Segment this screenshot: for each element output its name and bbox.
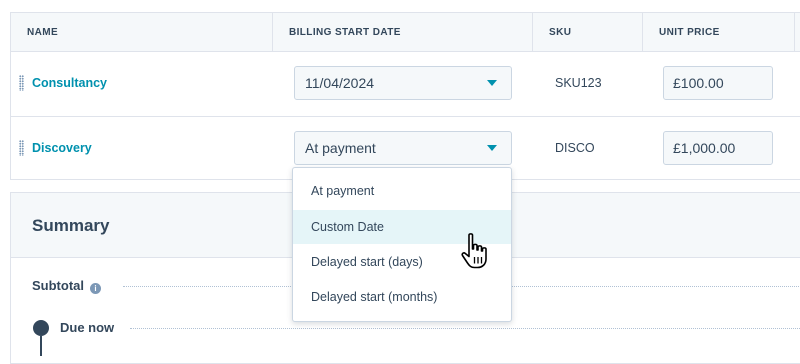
dropdown-option-at-payment[interactable]: At payment	[293, 174, 511, 208]
table-row: Consultancy 11/04/2024 SKU123 £100.00	[11, 52, 800, 117]
subtotal-text: Subtotal	[32, 278, 84, 293]
product-name-link[interactable]: Consultancy	[32, 52, 107, 116]
unit-price-value: £1,000.00	[673, 140, 736, 156]
drag-handle-icon[interactable]	[19, 75, 24, 91]
column-header-billing-start-date[interactable]: BILLING START DATE	[273, 13, 533, 51]
column-header-sku[interactable]: SKU	[533, 13, 643, 51]
caret-down-icon	[487, 145, 497, 151]
subtotal-label: Subtotal i	[32, 277, 101, 295]
column-header-name[interactable]: NAME	[11, 13, 273, 51]
unit-price-input[interactable]: £100.00	[663, 66, 773, 100]
line-items-table: NAME BILLING START DATE SKU UNIT PRICE C…	[10, 12, 800, 180]
unit-price-value: £100.00	[673, 75, 724, 91]
due-now-leader-line	[130, 328, 800, 329]
sku-value: SKU123	[555, 76, 602, 90]
timeline-dot-icon	[33, 320, 49, 336]
summary-title: Summary	[32, 216, 110, 235]
caret-down-icon	[487, 80, 497, 86]
unit-price-input[interactable]: £1,000.00	[663, 131, 773, 165]
drag-handle-icon[interactable]	[19, 140, 24, 156]
billing-start-date-value: At payment	[305, 140, 376, 156]
sku-value: DISCO	[555, 141, 595, 155]
info-icon[interactable]: i	[90, 283, 101, 294]
due-now-label: Due now	[60, 320, 115, 335]
billing-start-date-select[interactable]: 11/04/2024	[294, 66, 512, 100]
table-header: NAME BILLING START DATE SKU UNIT PRICE	[11, 13, 800, 52]
billing-start-date-value: 11/04/2024	[305, 75, 375, 91]
billing-start-date-select[interactable]: At payment	[294, 131, 512, 165]
product-name-link[interactable]: Discovery	[32, 117, 92, 181]
hand-pointer-icon	[461, 233, 487, 269]
column-header-unit-price[interactable]: UNIT PRICE	[643, 13, 795, 51]
dropdown-option-delayed-start-months[interactable]: Delayed start (months)	[293, 280, 511, 314]
timeline-line	[40, 336, 42, 356]
